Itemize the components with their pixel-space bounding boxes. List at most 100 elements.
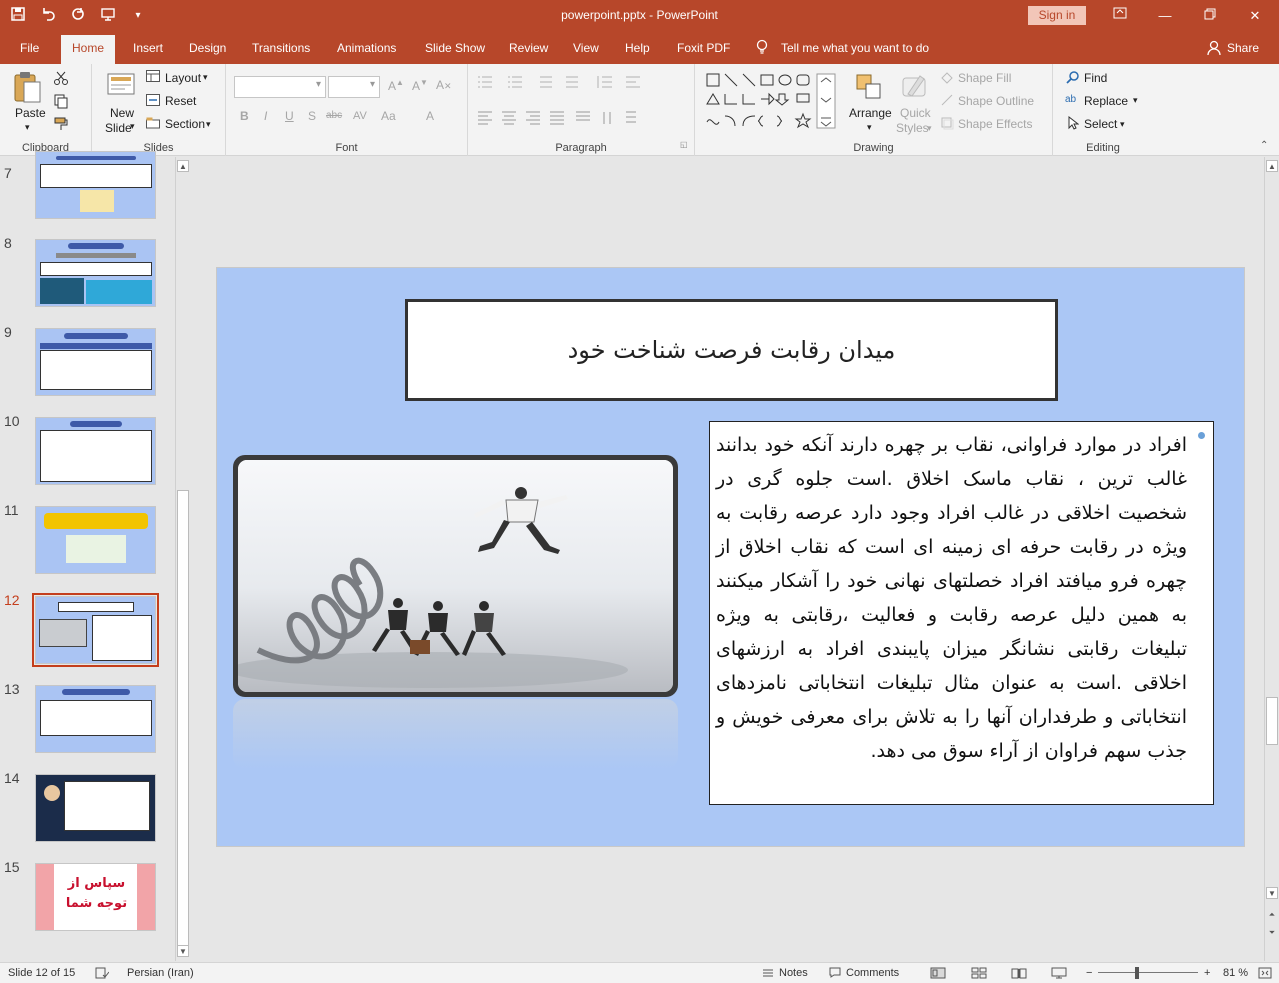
slide-show-icon[interactable] (1051, 967, 1067, 982)
shape-fill-button[interactable]: Shape Fill (958, 71, 1011, 85)
tell-me-search[interactable]: Tell me what you want to do (781, 41, 929, 55)
comments-button[interactable]: Comments (846, 967, 899, 979)
collapse-ribbon-icon[interactable]: ⌃ (1260, 140, 1268, 151)
slide-thumbnail-10[interactable] (35, 417, 156, 485)
font-name-combo[interactable]: ▾ (234, 76, 326, 98)
find-icon[interactable] (1066, 70, 1080, 87)
share-button[interactable]: Share (1227, 41, 1259, 55)
zoom-out-button[interactable]: − (1086, 967, 1092, 979)
scroll-down-arrow-icon[interactable]: ▼ (1266, 887, 1278, 899)
slide-thumbnail-12[interactable] (32, 593, 159, 667)
slide-scrollbar[interactable]: ▲ ▼ ⏶ ⏷ (1264, 157, 1279, 961)
close-icon[interactable]: ✕ (1245, 6, 1265, 26)
replace-button[interactable]: Replace (1084, 94, 1128, 108)
decrease-font-icon[interactable]: A▼ (412, 78, 428, 93)
layout-button[interactable]: Layout (165, 71, 201, 85)
align-icons[interactable] (476, 109, 676, 128)
zoom-slider-thumb[interactable] (1135, 967, 1139, 979)
tab-help[interactable]: Help (625, 41, 650, 55)
increase-font-icon[interactable]: A▲ (388, 78, 404, 93)
scroll-thumb[interactable] (1266, 697, 1278, 745)
slide-thumbnail-7[interactable] (35, 151, 156, 219)
select-button[interactable]: Select (1084, 117, 1117, 131)
underline-button[interactable]: U (285, 109, 294, 123)
section-icon[interactable] (146, 117, 160, 132)
tab-transitions[interactable]: Transitions (252, 41, 310, 55)
new-slide-label-2[interactable]: Slide (105, 121, 132, 135)
slide-picture[interactable] (233, 455, 678, 697)
shape-effects-button[interactable]: Shape Effects (958, 117, 1033, 131)
arrange-dropdown-icon[interactable]: ▾ (867, 122, 872, 133)
language-indicator[interactable]: Persian (Iran) (127, 967, 194, 979)
slide-body-textbox[interactable]: افراد در موارد فراوانی، نقاب بر چهره دار… (709, 421, 1214, 805)
slide-thumbnail-8[interactable] (35, 239, 156, 307)
new-slide-dropdown-icon[interactable]: ▾ (130, 121, 135, 132)
font-size-combo[interactable]: ▾ (328, 76, 380, 98)
layout-dropdown-icon[interactable]: ▾ (203, 72, 208, 83)
scroll-down-arrow-icon[interactable]: ▼ (177, 945, 189, 957)
tab-file[interactable]: File (20, 41, 39, 55)
slide-sorter-icon[interactable] (971, 967, 987, 982)
tab-review[interactable]: Review (509, 41, 548, 55)
clear-formatting-icon[interactable]: A✕ (436, 78, 452, 92)
paste-button[interactable]: Paste (15, 106, 46, 120)
slide-thumbnail-11[interactable] (35, 506, 156, 574)
new-slide-label[interactable]: New (110, 106, 134, 120)
tab-design[interactable]: Design (189, 41, 226, 55)
section-dropdown-icon[interactable]: ▾ (206, 119, 211, 130)
spell-check-icon[interactable] (95, 967, 110, 982)
normal-view-icon[interactable] (930, 967, 946, 982)
current-slide[interactable]: میدان رقابت فرصت شناخت خود افراد در موار… (216, 267, 1245, 847)
next-slide-icon[interactable]: ⏷ (1266, 927, 1278, 939)
zoom-slider-track[interactable] (1098, 972, 1198, 973)
bold-button[interactable]: B (240, 109, 249, 123)
copy-icon[interactable] (53, 93, 69, 112)
find-button[interactable]: Find (1084, 71, 1107, 85)
select-cursor-icon[interactable] (1067, 115, 1080, 133)
fit-to-window-icon[interactable] (1258, 967, 1272, 982)
font-color-button[interactable]: A (426, 109, 434, 123)
format-painter-icon[interactable] (53, 116, 69, 135)
layout-icon[interactable] (146, 70, 160, 85)
new-slide-icon[interactable] (106, 70, 136, 103)
cut-icon[interactable] (53, 70, 69, 89)
text-shadow-button[interactable]: S (308, 109, 316, 123)
scroll-thumb[interactable] (177, 490, 189, 955)
reading-view-icon[interactable] (1011, 967, 1027, 982)
scroll-up-arrow-icon[interactable]: ▲ (177, 160, 189, 172)
scroll-up-arrow-icon[interactable]: ▲ (1266, 160, 1278, 172)
arrange-button[interactable]: Arrange (849, 106, 892, 120)
slide-thumbnail-9[interactable] (35, 328, 156, 396)
tab-view[interactable]: View (573, 41, 599, 55)
character-spacing-button[interactable]: AV (353, 110, 367, 122)
slide-title-box[interactable]: میدان رقابت فرصت شناخت خود (405, 299, 1058, 401)
arrange-icon[interactable] (854, 72, 884, 105)
minimize-icon[interactable]: — (1155, 6, 1175, 26)
quick-styles-icon[interactable] (900, 72, 930, 105)
shape-outline-icon[interactable] (940, 93, 954, 110)
replace-dropdown-icon[interactable]: ▾ (1133, 95, 1138, 106)
tab-animations[interactable]: Animations (337, 41, 396, 55)
bullets-icon[interactable] (476, 74, 676, 93)
tab-insert[interactable]: Insert (133, 41, 163, 55)
tab-foxit-pdf[interactable]: Foxit PDF (677, 41, 730, 55)
previous-slide-icon[interactable]: ⏶ (1266, 909, 1278, 921)
italic-button[interactable]: I (264, 109, 267, 123)
slide-thumbnail-14[interactable] (35, 774, 156, 842)
quick-styles-dropdown-icon[interactable]: ▾ (927, 123, 932, 134)
tab-home[interactable]: Home (61, 35, 116, 64)
zoom-level[interactable]: 81 % (1223, 967, 1248, 979)
shape-outline-button[interactable]: Shape Outline (958, 94, 1034, 108)
quick-styles-label-2[interactable]: Styles (896, 121, 929, 135)
shape-fill-icon[interactable] (940, 70, 954, 87)
thumbnail-scrollbar[interactable]: ▲ ▼ (175, 157, 190, 961)
sign-in-button[interactable]: Sign in (1028, 6, 1086, 25)
ribbon-display-options-icon[interactable] (1110, 6, 1130, 26)
slide-thumbnail-15[interactable]: سپاس از توجه شما (35, 863, 156, 931)
restore-icon[interactable] (1200, 6, 1220, 26)
paste-icon[interactable] (12, 70, 42, 107)
replace-icon[interactable]: ab (1065, 94, 1076, 105)
notes-button[interactable]: Notes (779, 967, 808, 979)
shapes-gallery[interactable] (705, 72, 837, 133)
section-button[interactable]: Section (165, 117, 205, 131)
